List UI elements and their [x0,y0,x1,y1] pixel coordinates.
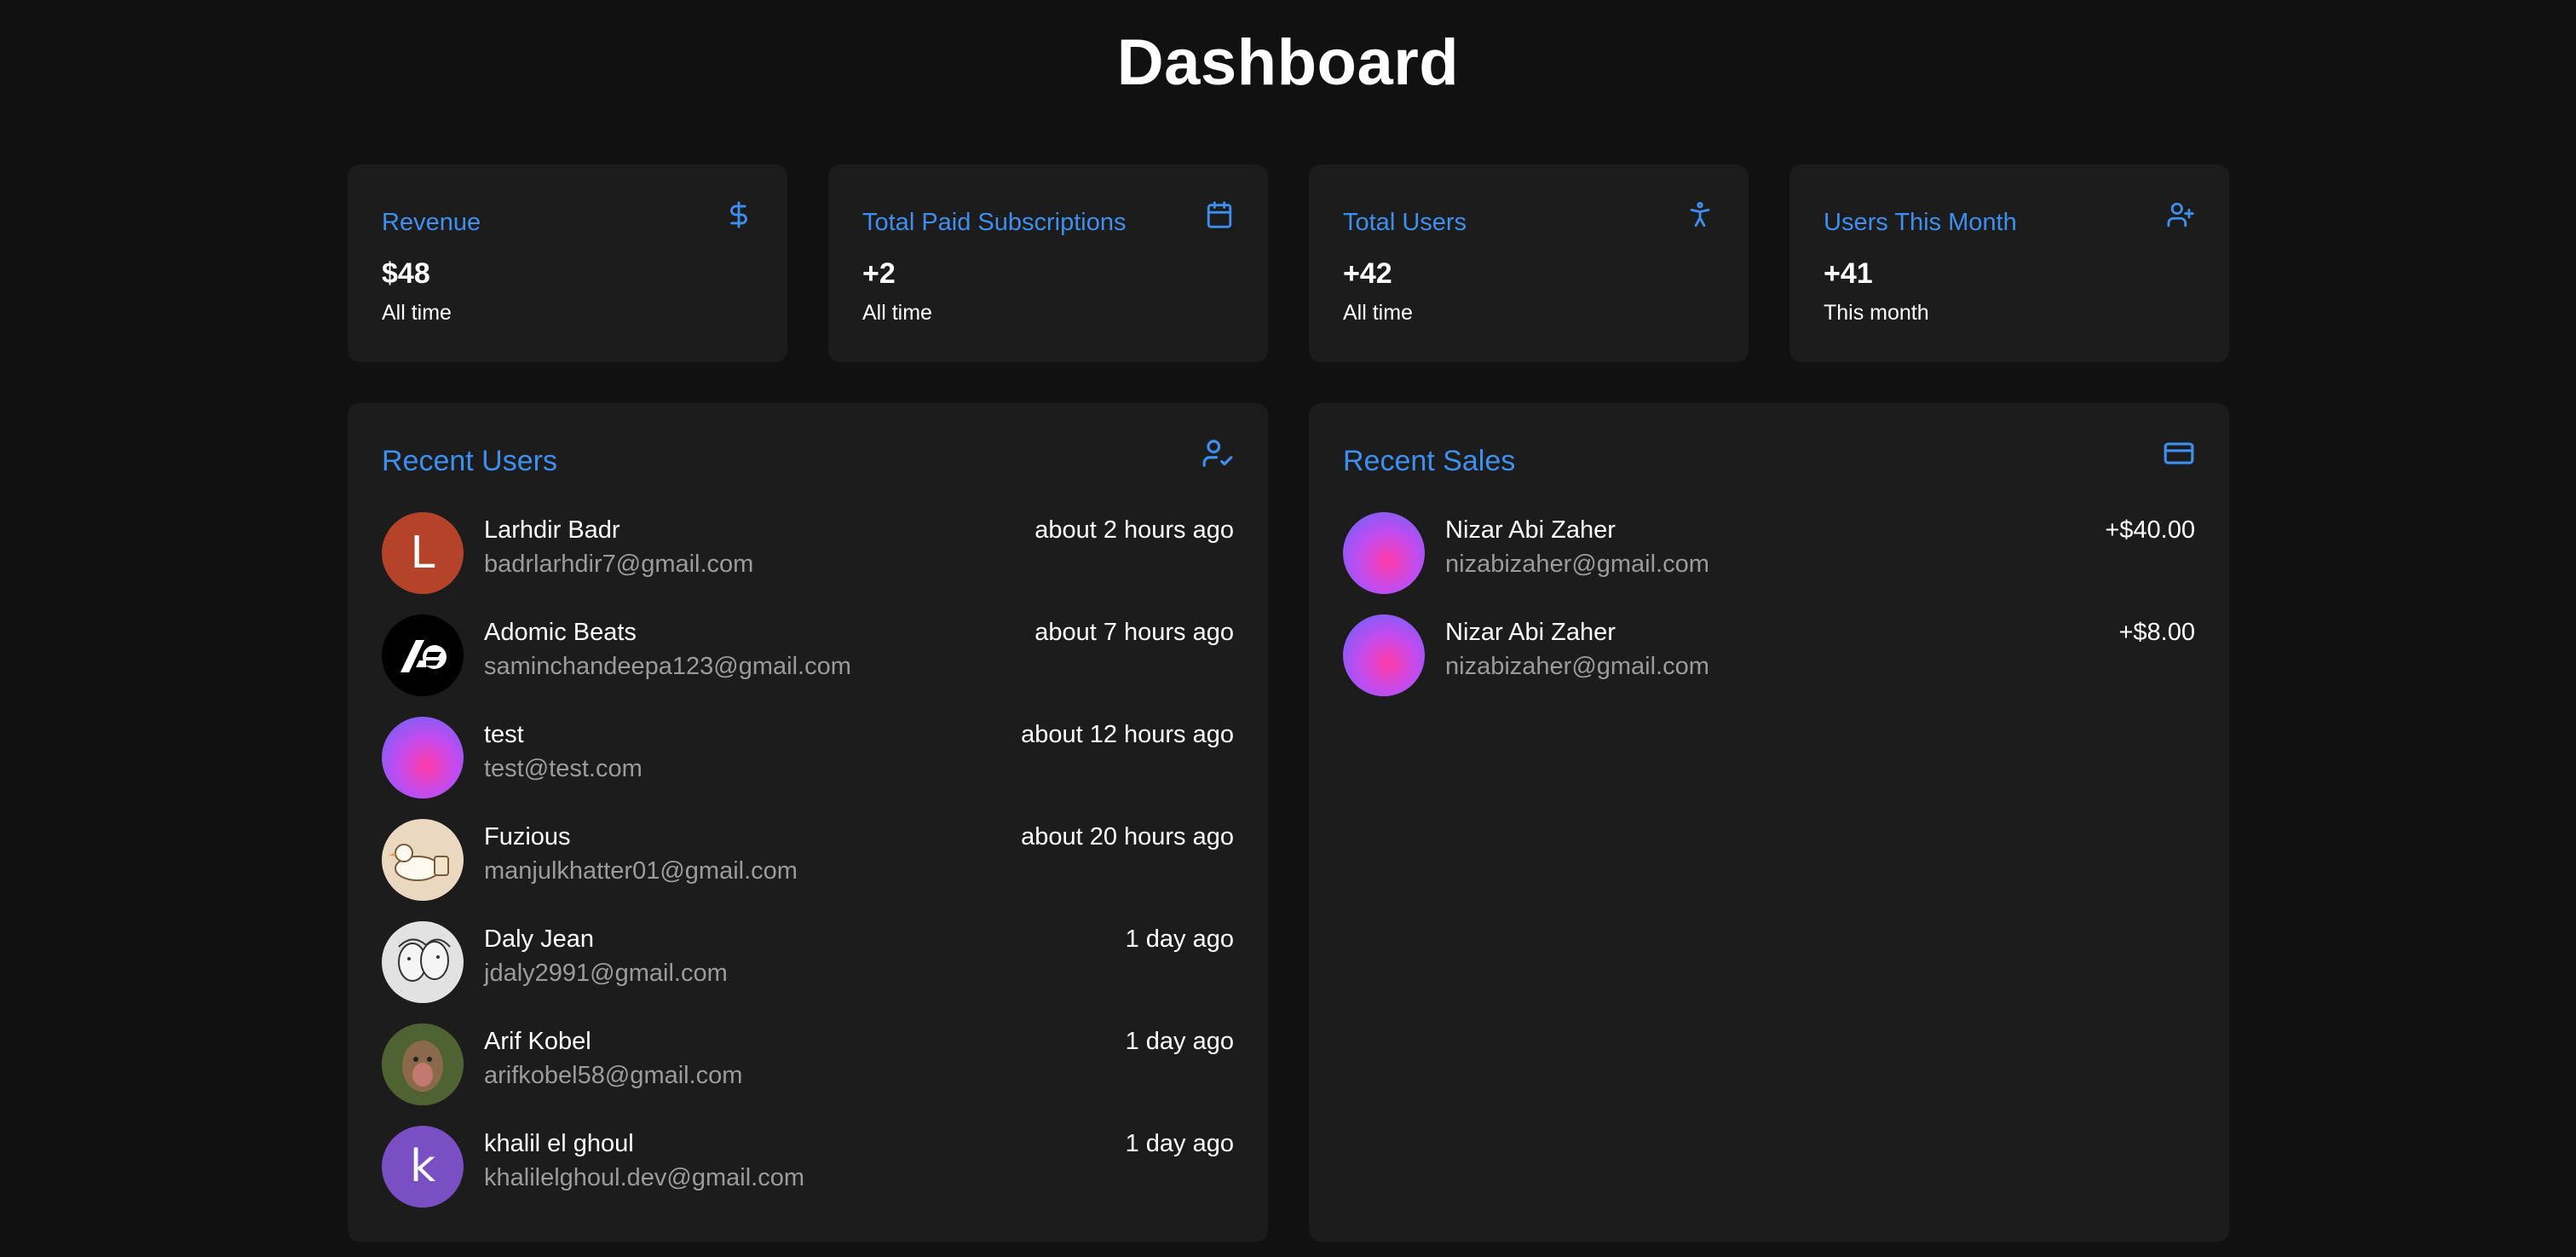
user-name: Adomic Beats [484,619,637,646]
user-email: arifkobel58@gmail.com [484,1062,743,1089]
stat-card-users-this-month: Users This Month +41 This month [1789,164,2229,362]
dashboard-page: Dashboard Revenue $48 All time Total Pai… [0,0,2576,1257]
calendar-icon [1207,201,1232,228]
user-email: khalilelghoul.dev@gmail.com [484,1164,805,1191]
list-item[interactable]: Arif Kobel arifkobel58@gmail.com 1 day a… [382,1023,1234,1126]
list-item[interactable]: Nizar Abi Zaher nizabizaher@gmail.com +$… [1343,512,2195,614]
stat-card-revenue: Revenue $48 All time [348,164,787,362]
stat-subtitle: All time [862,301,932,325]
customer-name: Nizar Abi Zaher [1445,619,1616,646]
monkey-portrait-icon [382,1023,464,1105]
user-name: Arif Kobel [484,1028,591,1055]
panel-title: Recent Users [382,445,557,477]
recent-users-panel: Recent Users L Larhdir Badr badrlarhdir7… [348,403,1268,1242]
stat-title: Revenue [382,209,481,236]
customer-name: Nizar Abi Zaher [1445,516,1616,544]
stat-title: Total Users [1343,209,1467,236]
user-joined-time: about 12 hours ago [1021,721,1234,748]
page-title: Dashboard [1116,26,1460,99]
recent-users-list: L Larhdir Badr badrlarhdir7@gmail.com ab… [382,512,1234,1228]
sale-amount: +$40.00 [2105,516,2195,544]
user-name: Larhdir Badr [484,516,620,544]
customer-email: nizabizaher@gmail.com [1445,653,1709,680]
dollar-icon [730,201,747,228]
stat-title: Total Paid Subscriptions [862,209,1127,236]
user-check-icon [1202,440,1233,467]
stat-subtitle: All time [1343,301,1413,325]
avatar [382,921,464,1003]
avatar [1343,512,1425,594]
stat-subtitle: This month [1824,301,1929,325]
user-name: Fuzious [484,823,571,850]
list-item[interactable]: Nizar Abi Zaher nizabizaher@gmail.com +$… [1343,614,2195,717]
panel-title: Recent Sales [1343,445,1516,477]
user-plus-icon [2167,202,2194,228]
stat-subtitle: All time [382,301,452,325]
user-joined-time: about 20 hours ago [1021,823,1234,850]
list-item[interactable]: Daly Jean jdaly2991@gmail.com 1 day ago [382,921,1234,1023]
user-email: test@test.com [484,755,643,782]
stat-card-paid-subscriptions: Total Paid Subscriptions +2 All time [828,164,1268,362]
user-name: Daly Jean [484,925,594,953]
stat-value: +41 [1824,257,1873,290]
user-joined-time: about 7 hours ago [1034,619,1234,646]
list-item[interactable]: Fuzious manjulkhatter01@gmail.com about … [382,819,1234,921]
recent-sales-panel: Recent Sales Nizar Abi Zaher nizabizaher… [1309,403,2229,1242]
sketch-portrait-icon [398,938,451,982]
user-joined-time: about 2 hours ago [1034,516,1234,544]
list-item[interactable]: L Larhdir Badr badrlarhdir7@gmail.com ab… [382,512,1234,614]
stat-value: $48 [382,257,430,290]
adomic-logo-icon [401,640,447,672]
stat-card-total-users: Total Users +42 All time [1309,164,1749,362]
recent-sales-list: Nizar Abi Zaher nizabizaher@gmail.com +$… [1343,512,2195,717]
avatar [382,717,464,799]
user-email: badrlarhdir7@gmail.com [484,551,754,578]
customer-email: nizabizaher@gmail.com [1445,551,1709,578]
list-item[interactable]: k khalil el ghoul khalilelghoul.dev@gmai… [382,1126,1234,1228]
list-item[interactable]: test test@test.com about 12 hours ago [382,717,1234,819]
avatar: k [382,1126,464,1208]
avatar [382,614,464,696]
stat-title: Users This Month [1824,209,2017,236]
stat-value: +42 [1343,257,1392,290]
user-email: jdaly2991@gmail.com [484,960,728,987]
user-joined-time: 1 day ago [1125,1130,1234,1157]
person-icon [1690,201,1710,228]
list-item[interactable]: Adomic Beats saminchandeepa123@gmail.com… [382,614,1234,717]
user-name: khalil el ghoul [484,1130,634,1157]
credit-card-icon [2164,442,2194,464]
avatar [382,819,464,901]
user-email: manjulkhatter01@gmail.com [484,857,798,885]
avatar [382,1023,464,1105]
user-joined-time: 1 day ago [1125,1028,1234,1055]
user-name: test [484,721,524,748]
avatar [1343,614,1425,696]
avatar: L [382,512,464,594]
user-joined-time: 1 day ago [1125,925,1234,953]
user-email: saminchandeepa123@gmail.com [484,653,851,680]
sale-amount: +$8.00 [2118,619,2195,646]
duck-illustration-icon [389,844,449,881]
stat-value: +2 [862,257,896,290]
